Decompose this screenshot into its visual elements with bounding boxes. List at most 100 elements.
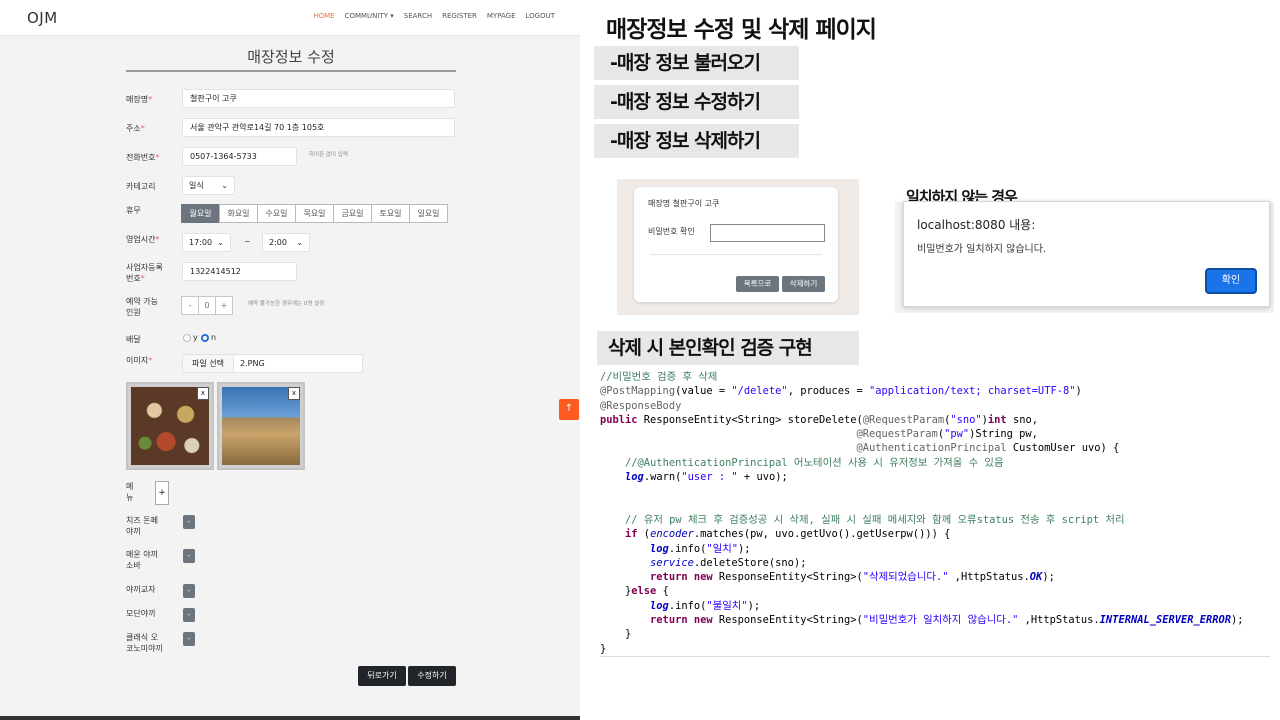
- remove-image-button[interactable]: x: [288, 387, 300, 400]
- time-separator: ~: [244, 237, 251, 246]
- code-token: ,HttpStatus.: [1018, 614, 1100, 627]
- code-token: "sno": [950, 413, 982, 426]
- label-business-number: 사업자등록 번호*: [126, 263, 163, 283]
- site-logo[interactable]: OJM: [27, 9, 58, 27]
- code-token: // 유저 pw 체크 후 검증성공 시 삭제, 실패 시 실패 메세지와 함께…: [625, 513, 1125, 526]
- delivery-no-radio[interactable]: [201, 334, 209, 342]
- address-field[interactable]: 서울 관악구 관악로14길 70 1층 105호: [182, 118, 455, 137]
- code-token: "비밀번호가 일치하지 않습니다.": [862, 614, 1019, 627]
- nav-search[interactable]: SEARCH: [404, 12, 432, 20]
- remove-menu-button[interactable]: -: [183, 608, 195, 622]
- nav-mypage[interactable]: MYPAGE: [487, 12, 516, 20]
- day-sat-toggle[interactable]: 토요일: [371, 204, 410, 223]
- code-token: @PostMapping: [600, 385, 676, 398]
- delivery-yes-label: y: [193, 333, 198, 342]
- code-token: }: [600, 642, 607, 655]
- delete-button[interactable]: 삭제하기: [782, 276, 825, 292]
- code-token: .info(: [668, 599, 707, 612]
- code-token: .matches(pw, uvo.getUvo().getUserpw())) …: [693, 528, 951, 541]
- day-tue-toggle[interactable]: 화요일: [219, 204, 258, 223]
- code-token: "/delete": [731, 385, 788, 398]
- label-hours: 영업시간*: [126, 235, 160, 244]
- label-address: 주소*: [126, 124, 145, 133]
- scroll-top-button[interactable]: ↑: [559, 399, 579, 420]
- open-time-select[interactable]: 17:00 ⌄: [182, 233, 231, 252]
- menu-item-label: 모단야끼: [126, 609, 156, 618]
- remove-menu-button[interactable]: -: [183, 584, 195, 598]
- code-token: + uvo);: [737, 471, 788, 484]
- code-token: );: [747, 599, 761, 612]
- category-value: 일식: [189, 181, 204, 190]
- bottom-bar: [0, 716, 580, 720]
- code-token: , produces =: [787, 385, 870, 398]
- day-thu-toggle[interactable]: 목요일: [295, 204, 334, 223]
- dialog-divider: [650, 254, 822, 255]
- label-reservation: 예약 가능 인원: [126, 297, 158, 317]
- reservation-stepper: - 0 +: [181, 296, 233, 315]
- back-button[interactable]: 뒤로가기: [358, 666, 406, 686]
- day-wed-toggle[interactable]: 수요일: [257, 204, 296, 223]
- stepper-value[interactable]: 0: [198, 296, 216, 315]
- label-store-name: 매장명*: [126, 95, 153, 104]
- code-token: INTERNAL_SERVER_ERROR: [1099, 614, 1232, 627]
- save-button[interactable]: 수정하기: [408, 666, 456, 686]
- code-token: @RequestParam: [862, 413, 945, 426]
- code-token: )String pw,: [969, 428, 1038, 441]
- menu-item-label: 클래식 오 코노미야끼: [126, 633, 163, 653]
- code-token: log: [625, 471, 644, 484]
- nav-logout[interactable]: LOGOUT: [526, 12, 556, 20]
- open-time-value: 17:00: [189, 238, 213, 247]
- label-phone: 전화번호*: [126, 153, 160, 162]
- label-image: 이미지*: [126, 356, 153, 365]
- delivery-yes-radio[interactable]: [183, 334, 191, 342]
- phone-field[interactable]: 0507-1364-5733: [182, 147, 297, 166]
- remove-menu-button[interactable]: -: [183, 632, 195, 646]
- code-token: );: [738, 542, 751, 555]
- bullet-delete: -매장 정보 삭제하기: [594, 124, 799, 158]
- code-token: {: [656, 585, 669, 598]
- category-select[interactable]: 일식 ⌄: [182, 176, 235, 195]
- code-token: log: [650, 542, 669, 555]
- file-select-button[interactable]: 파일 선택: [182, 354, 234, 373]
- day-sun-toggle[interactable]: 일요일: [409, 204, 448, 223]
- code-block: //비밀번호 검증 후 삭제 @PostMapping(value = "/de…: [600, 370, 1272, 656]
- chevron-down-icon: ⌄: [221, 181, 228, 190]
- business-number-field[interactable]: 1322414512: [182, 262, 297, 281]
- alert-ok-button[interactable]: 확인: [1205, 268, 1257, 294]
- code-token: "일치": [706, 542, 739, 555]
- menu-item-label: 매운 야끼 소바: [126, 550, 158, 570]
- form-title: 매장정보 수정: [247, 48, 335, 66]
- label-category: 카테고리: [126, 182, 156, 191]
- add-menu-button[interactable]: +: [155, 481, 169, 505]
- stepper-plus-button[interactable]: +: [215, 296, 233, 315]
- label-holiday: 휴무: [126, 206, 141, 215]
- day-mon-toggle[interactable]: 월요일: [181, 204, 220, 223]
- nav-community[interactable]: COMMUNITY ▾: [345, 12, 394, 20]
- day-fri-toggle[interactable]: 금요일: [333, 204, 372, 223]
- code-token: "pw": [944, 428, 970, 441]
- nav-home[interactable]: HOME: [313, 12, 334, 20]
- password-confirm-input[interactable]: [710, 224, 825, 242]
- remove-menu-button[interactable]: -: [183, 549, 195, 563]
- nav-register[interactable]: REGISTER: [442, 12, 477, 20]
- label-menu: 메뉴: [126, 482, 134, 502]
- chevron-down-icon: ⌄: [296, 238, 303, 247]
- store-name-field[interactable]: 철판구이 고쿠: [182, 89, 455, 108]
- remove-image-button[interactable]: x: [197, 387, 209, 400]
- code-token: (value =: [675, 385, 732, 398]
- code-token: log: [650, 599, 669, 612]
- remove-menu-button[interactable]: -: [183, 515, 195, 529]
- list-button[interactable]: 목록으로: [736, 276, 779, 292]
- close-time-select[interactable]: 2:00 ⌄: [262, 233, 310, 252]
- code-token: return: [650, 614, 688, 627]
- code-token: "불일치": [706, 599, 748, 612]
- stepper-minus-button[interactable]: -: [181, 296, 199, 315]
- chevron-down-icon: ⌄: [217, 238, 224, 247]
- code-token: return: [650, 571, 688, 584]
